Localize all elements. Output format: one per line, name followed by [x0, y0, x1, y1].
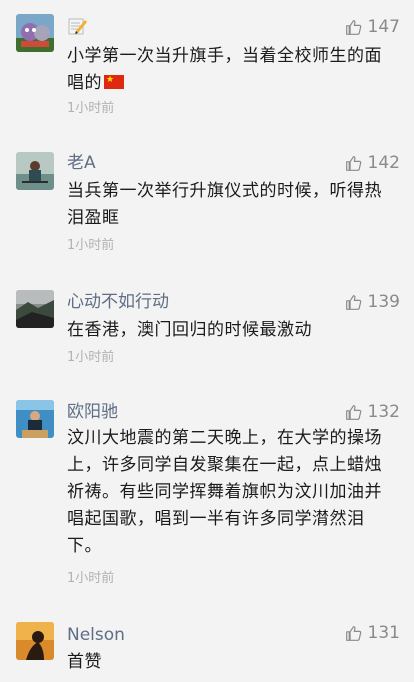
avatar[interactable] — [16, 290, 54, 328]
comment-text: 汶川大地震的第二天晚上，在大学的操场上，许多同学自发聚集在一起，点上蜡烛祈祷。有… — [67, 428, 382, 556]
comment-timestamp: 1小时前 — [67, 101, 115, 116]
like-button[interactable]: 147 — [345, 16, 400, 38]
avatar-image — [16, 622, 54, 660]
like-count: 147 — [367, 17, 400, 37]
avatar-image — [16, 290, 54, 328]
username[interactable] — [67, 16, 87, 42]
username[interactable]: 心动不如行动 — [67, 291, 169, 313]
like-button[interactable]: 142 — [345, 152, 400, 174]
like-button[interactable]: 131 — [345, 622, 400, 644]
like-count: 139 — [367, 292, 400, 312]
pencil-emoji-icon — [68, 18, 87, 35]
avatar-image — [16, 152, 54, 190]
thumbs-up-icon — [345, 404, 361, 420]
comment-timestamp: 1小时前 — [67, 350, 115, 365]
like-count: 131 — [367, 623, 400, 643]
username[interactable]: Nelson — [67, 624, 125, 646]
thumbs-up-icon — [345, 625, 361, 641]
like-button[interactable]: 139 — [345, 291, 400, 313]
like-count: 142 — [367, 153, 400, 173]
avatar-image — [16, 14, 54, 52]
username[interactable]: 欧阳驰 — [67, 401, 118, 423]
avatar[interactable] — [16, 14, 54, 52]
comment-timestamp: 1小时前 — [67, 238, 115, 253]
comment-text: 小学第一次当升旗手，当着全校师生的面唱的 — [67, 43, 397, 97]
like-button[interactable]: 132 — [345, 401, 400, 423]
username[interactable]: 老A — [67, 152, 96, 174]
thumbs-up-icon — [345, 294, 361, 310]
avatar-image — [16, 400, 54, 438]
china-flag-icon — [104, 73, 124, 89]
comment-text: 在香港，澳门回归的时候最激动 — [67, 320, 312, 340]
thumbs-up-icon — [345, 19, 361, 35]
avatar[interactable] — [16, 152, 54, 190]
comment-feed: 147 小学第一次当升旗手，当着全校师生的面唱的 1小时前 老A 142 当兵第… — [0, 0, 414, 682]
avatar[interactable] — [16, 622, 54, 660]
comment-timestamp: 1小时前 — [67, 571, 115, 586]
like-count: 132 — [367, 402, 400, 422]
comment-text: 当兵第一次举行升旗仪式的时候，听得热泪盈眶 — [67, 181, 382, 228]
comment-text: 首赞 — [67, 652, 102, 672]
thumbs-up-icon — [345, 155, 361, 171]
avatar[interactable] — [16, 400, 54, 438]
